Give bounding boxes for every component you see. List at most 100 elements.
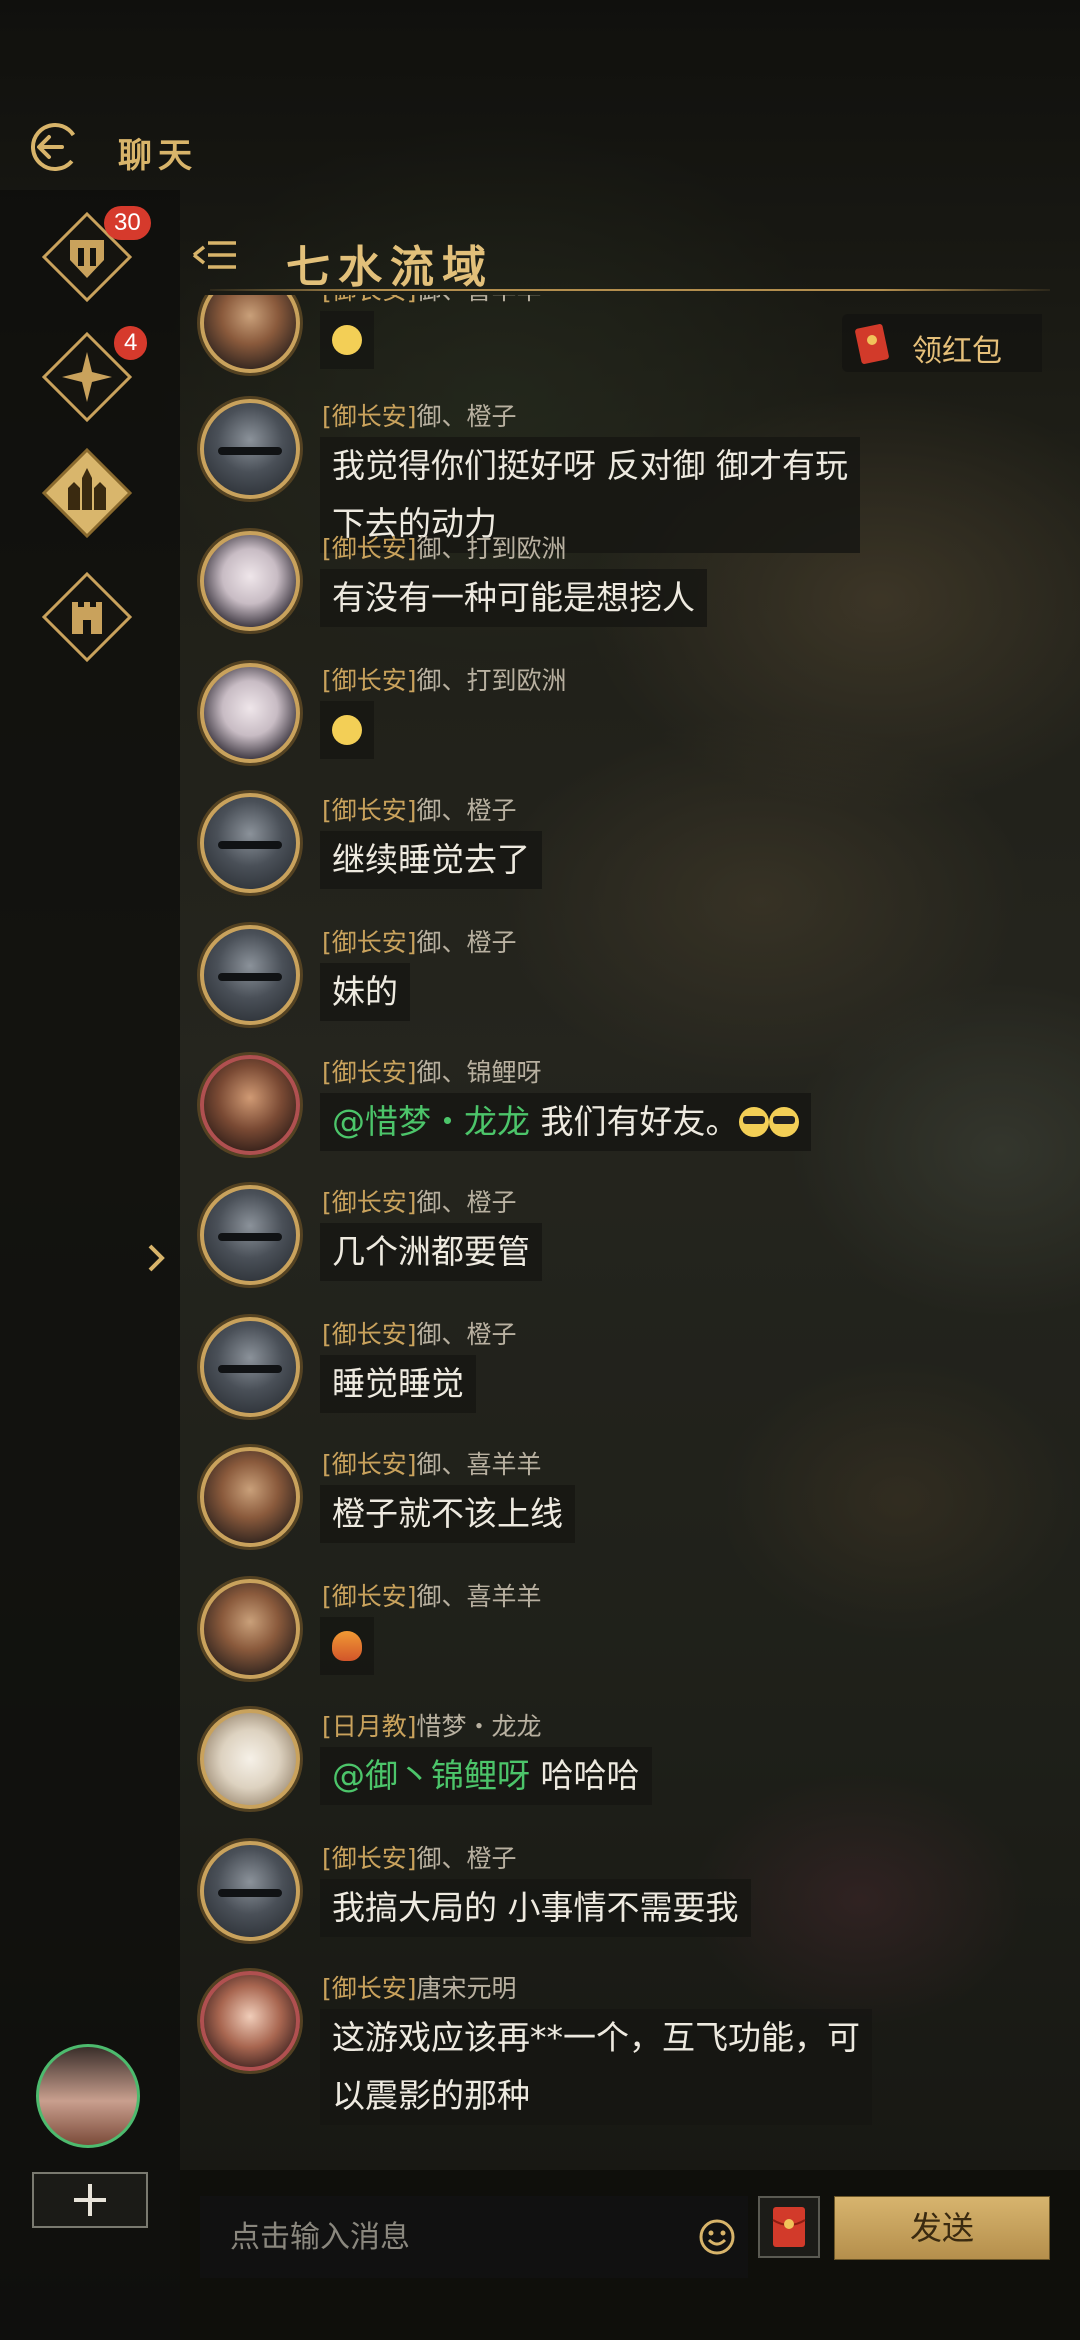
- guild-tag: [御长安]: [322, 402, 417, 431]
- message-text: 这游戏应该再**一个，互飞功能，可: [332, 2018, 860, 2057]
- message-text: 我们有好友。: [530, 1102, 739, 1141]
- message-text: 哈哈哈: [530, 1756, 640, 1795]
- sender-name[interactable]: [御长安]御、橙子: [322, 1315, 517, 1351]
- message-text: 继续睡觉去了: [332, 840, 530, 879]
- rail-item-guild[interactable]: 30: [41, 206, 151, 303]
- guild-tag: [御长安]: [322, 928, 417, 957]
- sender-label: 御、打到欧洲: [416, 666, 567, 695]
- guild-tag: [御长安]: [322, 1844, 417, 1873]
- message-bubble[interactable]: [320, 311, 374, 369]
- message-bubble[interactable]: 继续睡觉去了: [320, 831, 542, 889]
- mention-link[interactable]: @惜梦・龙龙: [332, 1102, 530, 1141]
- fire-emoji-icon: [332, 1631, 362, 1661]
- sender-name[interactable]: [御长安]御、喜羊羊: [322, 1577, 542, 1613]
- sender-name[interactable]: [御长安]御、橙子: [322, 1183, 517, 1219]
- sender-label: 惜梦・龙龙: [416, 1712, 542, 1741]
- guild-tag: [御长安]: [322, 295, 417, 305]
- guild-tag: [御长安]: [322, 1582, 417, 1611]
- sender-label: 御、锦鲤呀: [416, 1058, 542, 1087]
- message-bubble[interactable]: 我搞大局的 小事情不需要我: [320, 1879, 751, 1937]
- page-title: 聊天: [118, 136, 198, 176]
- sender-label: 御、橙子: [416, 1844, 517, 1873]
- sender-avatar[interactable]: [200, 295, 300, 373]
- message-text: 以震影的那种: [332, 2076, 530, 2115]
- sender-avatar[interactable]: [200, 663, 300, 763]
- sender-avatar[interactable]: [200, 1185, 300, 1285]
- sender-name[interactable]: [御长安]御、喜羊羊: [322, 1445, 542, 1481]
- sender-name[interactable]: [御长安]御、锦鲤呀: [322, 1053, 542, 1089]
- rail-item-alliance[interactable]: [41, 571, 133, 663]
- unread-badge: 30: [104, 206, 151, 240]
- sender-avatar[interactable]: [200, 1579, 300, 1679]
- sender-name[interactable]: [御长安]御、喜羊羊: [322, 295, 542, 307]
- back-arrow-icon[interactable]: [28, 120, 82, 174]
- message-bubble[interactable]: 睡觉睡觉: [320, 1355, 476, 1413]
- sender-label: 御、喜羊羊: [416, 1582, 542, 1611]
- message-list[interactable]: [御长安]御、喜羊羊[御长安]御、橙子我觉得你们挺好呀 反对御 御才有玩下去的动…: [180, 295, 1080, 2170]
- sender-name[interactable]: [御长安]御、打到欧洲: [322, 529, 567, 565]
- message-bubble[interactable]: 有没有一种可能是想挖人: [320, 569, 707, 627]
- smile-emoji-icon: [332, 715, 362, 745]
- guild-tag: [御长安]: [322, 796, 417, 825]
- message-text: 有没有一种可能是想挖人: [332, 578, 695, 617]
- red-packet-label: 领红包: [912, 334, 1002, 369]
- message-bubble[interactable]: @御丶锦鲤呀 哈哈哈: [320, 1747, 652, 1805]
- expand-arrow-icon[interactable]: [142, 1238, 172, 1278]
- smile-emoji-icon: [332, 325, 362, 355]
- sender-avatar[interactable]: [200, 1709, 300, 1809]
- sender-avatar[interactable]: [200, 1971, 300, 2071]
- mention-link[interactable]: @御丶锦鲤呀: [332, 1756, 530, 1795]
- sender-name[interactable]: [御长安]唐宋元明: [322, 1969, 517, 2005]
- claim-red-packet-button[interactable]: 领红包: [842, 314, 1042, 372]
- message-bubble[interactable]: @惜梦・龙龙 我们有好友。: [320, 1093, 811, 1151]
- castle-emblem-icon: [41, 447, 133, 539]
- message-bubble[interactable]: 橙子就不该上线: [320, 1485, 575, 1543]
- sender-avatar[interactable]: [200, 1317, 300, 1417]
- sender-avatar[interactable]: [200, 1055, 300, 1155]
- tower-emblem-icon: [41, 571, 133, 663]
- sender-name[interactable]: [御长安]御、打到欧洲: [322, 661, 567, 697]
- guild-tag: [御长安]: [322, 1188, 417, 1217]
- self-avatar[interactable]: [36, 2044, 140, 2148]
- sender-label: 御、喜羊羊: [417, 295, 542, 305]
- sender-name[interactable]: [御长安]御、橙子: [322, 923, 517, 959]
- sender-avatar[interactable]: [200, 793, 300, 893]
- message-bubble[interactable]: [320, 1617, 374, 1675]
- sender-name[interactable]: [日月教]惜梦・龙龙: [322, 1707, 542, 1743]
- channel-title: 七水流域: [286, 242, 494, 293]
- send-red-packet-button[interactable]: [758, 2196, 820, 2258]
- sender-label: 御、橙子: [416, 402, 517, 431]
- sender-name[interactable]: [御长安]御、橙子: [322, 397, 517, 433]
- message-bubble[interactable]: 妹的: [320, 963, 410, 1021]
- sender-label: 御、橙子: [416, 1188, 517, 1217]
- sender-label: 御、橙子: [416, 796, 517, 825]
- message-text: 橙子就不该上线: [332, 1494, 563, 1533]
- guild-tag: [御长安]: [322, 534, 417, 563]
- message-bubble[interactable]: 这游戏应该再**一个，互飞功能，可 以震影的那种: [320, 2009, 872, 2125]
- guild-tag: [御长安]: [322, 1058, 417, 1087]
- message-text: 我搞大局的 小事情不需要我: [332, 1888, 739, 1927]
- sender-name[interactable]: [御长安]御、橙子: [322, 791, 517, 827]
- sender-avatar[interactable]: [200, 925, 300, 1025]
- guild-tag: [日月教]: [322, 1712, 417, 1741]
- emoji-icon[interactable]: [698, 2218, 736, 2256]
- channel-rail: 30 4: [0, 190, 180, 2340]
- top-bar: 聊天: [0, 110, 1080, 190]
- menu-icon[interactable]: [190, 235, 240, 275]
- message-input[interactable]: [200, 2196, 748, 2278]
- sender-avatar[interactable]: [200, 399, 300, 499]
- sender-name[interactable]: [御长安]御、橙子: [322, 1839, 517, 1875]
- message-bubble[interactable]: [320, 701, 374, 759]
- input-bar: 发送: [180, 2170, 1080, 2340]
- message-bubble[interactable]: 几个洲都要管: [320, 1223, 542, 1281]
- rail-item-city[interactable]: [41, 447, 133, 539]
- sender-avatar[interactable]: [200, 1447, 300, 1547]
- sender-label: 唐宋元明: [416, 1974, 517, 2003]
- sender-avatar[interactable]: [200, 1841, 300, 1941]
- header-divider: [210, 289, 1050, 291]
- sender-avatar[interactable]: [200, 531, 300, 631]
- rail-item-world[interactable]: 4: [41, 326, 148, 423]
- add-channel-button[interactable]: [32, 2172, 148, 2228]
- send-button[interactable]: 发送: [834, 2196, 1050, 2260]
- unread-badge: 4: [114, 326, 148, 360]
